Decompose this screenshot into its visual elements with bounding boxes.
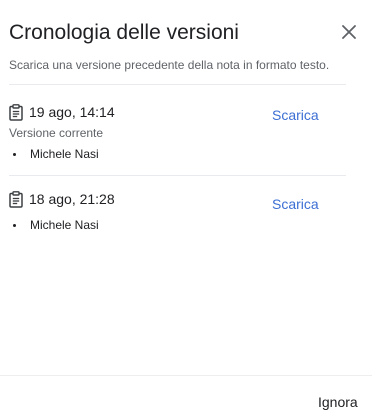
clipboard-icon	[9, 190, 23, 208]
footer-divider	[0, 375, 372, 376]
author-name: Michele Nasi	[30, 218, 99, 232]
close-icon	[342, 25, 356, 39]
version-author: Michele Nasi	[13, 217, 99, 233]
version-header: 19 ago, 14:14	[9, 101, 115, 123]
version-date: 18 ago, 21:28	[29, 191, 115, 207]
dialog-title: Cronologia delle versioni	[9, 21, 239, 44]
dismiss-button[interactable]: Ignora	[318, 392, 358, 412]
download-button[interactable]: Scarica	[272, 105, 319, 125]
divider	[9, 84, 346, 85]
bullet	[13, 223, 16, 227]
version-date: 19 ago, 14:14	[29, 104, 115, 120]
version-history-dialog: Cronologia delle versioni Scarica una ve…	[0, 0, 372, 420]
author-name: Michele Nasi	[30, 147, 99, 161]
version-author: Michele Nasi	[13, 146, 99, 162]
version-status: Versione corrente	[9, 126, 104, 140]
bullet	[13, 152, 16, 156]
version-header: 18 ago, 21:28	[9, 188, 115, 210]
download-button[interactable]: Scarica	[272, 194, 319, 214]
divider	[9, 175, 346, 176]
clipboard-icon	[9, 103, 23, 121]
close-button[interactable]	[337, 20, 361, 44]
dialog-subtitle: Scarica una versione precedente della no…	[9, 58, 330, 72]
version-item: 18 ago, 21:28 Michele Nasi Scarica	[0, 188, 372, 238]
version-item: 19 ago, 14:14 Versione corrente Michele …	[0, 101, 372, 171]
